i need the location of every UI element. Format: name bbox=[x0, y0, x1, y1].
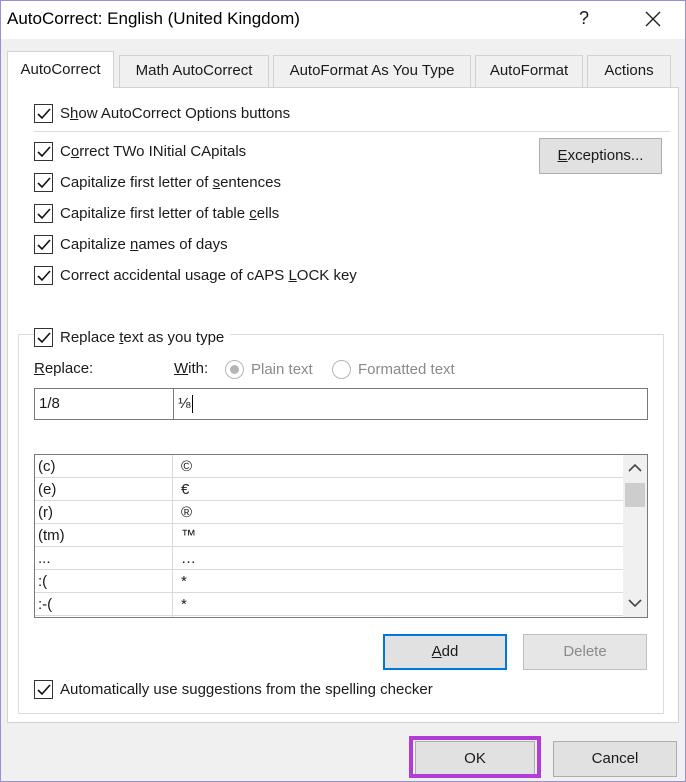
checkbox-label: Capitalize names of days bbox=[60, 236, 228, 253]
tab-math-autocorrect[interactable]: Math AutoCorrect bbox=[119, 55, 269, 87]
check-icon bbox=[37, 332, 51, 344]
title-bar: AutoCorrect: English (United Kingdom) ? bbox=[1, 1, 685, 39]
autocorrect-panel: Show AutoCorrect Options buttons Correct… bbox=[7, 87, 679, 723]
replace-text-checkbox[interactable]: Replace text as you type bbox=[34, 328, 231, 347]
checkbox-label: Automatically use suggestions from the s… bbox=[60, 681, 433, 698]
table-row[interactable]: (r) ® bbox=[35, 501, 623, 524]
with-label: With: bbox=[174, 360, 209, 377]
radio-circle[interactable] bbox=[332, 360, 351, 379]
check-icon bbox=[37, 208, 51, 220]
checkbox-label: Correct TWo INitial CApitals bbox=[60, 143, 247, 160]
replace-label: Replace: bbox=[34, 360, 94, 377]
formatted-text-radio[interactable]: Formatted text bbox=[332, 360, 455, 379]
scroll-down-icon[interactable] bbox=[628, 598, 642, 608]
check-icon bbox=[37, 108, 51, 120]
close-button[interactable] bbox=[631, 3, 675, 35]
check-icon bbox=[37, 146, 51, 158]
checkbox-label: Replace text as you type bbox=[60, 329, 225, 346]
checkbox-box[interactable] bbox=[34, 328, 53, 347]
table-row[interactable]: :-(* bbox=[35, 593, 623, 616]
delete-button[interactable]: Delete bbox=[523, 634, 647, 670]
check-icon bbox=[37, 684, 51, 696]
exceptions-button[interactable]: Exceptions... bbox=[539, 138, 662, 174]
scroll-thumb[interactable] bbox=[625, 483, 645, 507]
replace-input[interactable]: 1/8 bbox=[34, 388, 174, 420]
checkbox-label: Capitalize first letter of sentences bbox=[60, 174, 281, 191]
cancel-button[interactable]: Cancel bbox=[553, 741, 677, 777]
radio-label: Plain text bbox=[251, 361, 313, 378]
check-icon bbox=[37, 239, 51, 251]
separator bbox=[34, 131, 670, 132]
first-sentence-checkbox[interactable]: Capitalize first letter of sentences bbox=[34, 173, 281, 192]
close-icon bbox=[645, 11, 661, 27]
radio-circle[interactable] bbox=[225, 360, 244, 379]
check-icon bbox=[37, 177, 51, 189]
names-days-checkbox[interactable]: Capitalize names of days bbox=[34, 235, 228, 254]
text-caret bbox=[191, 395, 193, 414]
add-button[interactable]: Add bbox=[383, 634, 507, 670]
spelling-checker-checkbox[interactable]: Automatically use suggestions from the s… bbox=[34, 680, 433, 699]
show-options-checkbox[interactable]: Show AutoCorrect Options buttons bbox=[34, 104, 290, 123]
checkbox-label: Correct accidental usage of cAPS LOCK ke… bbox=[60, 267, 357, 284]
checkbox-box[interactable] bbox=[34, 680, 53, 699]
checkbox-box[interactable] bbox=[34, 104, 53, 123]
autocorrect-entries-list[interactable]: (c) © (e) € (r) ® (tm) ™ ...… :(* :-(* bbox=[34, 454, 648, 618]
ok-button-highlight bbox=[409, 736, 541, 778]
tab-autoformat[interactable]: AutoFormat bbox=[475, 55, 583, 87]
checkbox-label: Show AutoCorrect Options buttons bbox=[60, 105, 291, 122]
table-cells-checkbox[interactable]: Capitalize first letter of table cells bbox=[34, 204, 279, 223]
checkbox-label: Capitalize first letter of table cells bbox=[60, 205, 280, 222]
tab-strip: AutoCorrect Math AutoCorrect AutoFormat … bbox=[7, 51, 681, 88]
list-scrollbar[interactable] bbox=[623, 455, 647, 617]
column-divider bbox=[172, 455, 173, 617]
plain-text-radio[interactable]: Plain text bbox=[225, 360, 313, 379]
with-input[interactable]: ⅛ bbox=[173, 388, 648, 420]
caps-lock-checkbox[interactable]: Correct accidental usage of cAPS LOCK ke… bbox=[34, 266, 357, 285]
table-row[interactable]: :(* bbox=[35, 570, 623, 593]
tab-actions[interactable]: Actions bbox=[587, 55, 671, 87]
autocorrect-dialog: AutoCorrect: English (United Kingdom) ? … bbox=[0, 0, 686, 782]
checkbox-box[interactable] bbox=[34, 266, 53, 285]
scroll-up-icon[interactable] bbox=[628, 463, 642, 473]
checkbox-box[interactable] bbox=[34, 142, 53, 161]
table-row[interactable]: (e) € bbox=[35, 478, 623, 501]
table-row[interactable]: (tm) ™ bbox=[35, 524, 623, 547]
checkbox-box[interactable] bbox=[34, 173, 53, 192]
two-initials-checkbox[interactable]: Correct TWo INitial CApitals bbox=[34, 142, 246, 161]
check-icon bbox=[37, 270, 51, 282]
checkbox-box[interactable] bbox=[34, 204, 53, 223]
checkbox-box[interactable] bbox=[34, 235, 53, 254]
window-title: AutoCorrect: English (United Kingdom) bbox=[7, 9, 300, 28]
tab-autocorrect[interactable]: AutoCorrect bbox=[7, 51, 114, 88]
help-button[interactable]: ? bbox=[567, 3, 601, 35]
tab-autoformat-as-you-type[interactable]: AutoFormat As You Type bbox=[273, 55, 471, 87]
table-row[interactable]: ...… bbox=[35, 547, 623, 570]
radio-label: Formatted text bbox=[358, 361, 455, 378]
table-row[interactable]: (c) © bbox=[35, 455, 623, 478]
